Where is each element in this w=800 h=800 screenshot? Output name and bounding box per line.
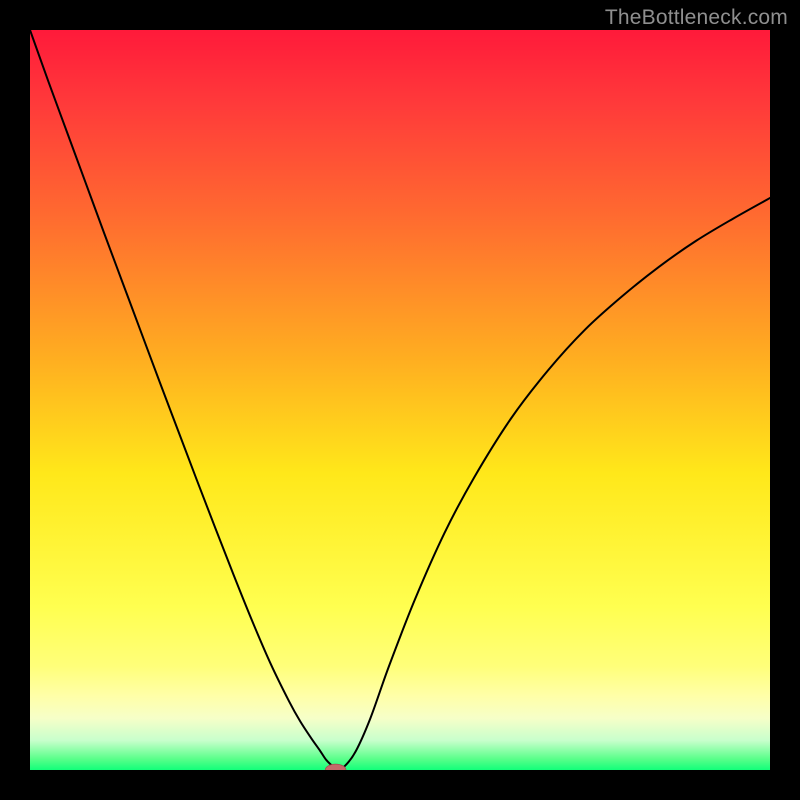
plot-outer [30, 30, 770, 770]
chart-frame: TheBottleneck.com [0, 0, 800, 800]
curve-layer [30, 30, 770, 770]
bottleneck-curve-line [30, 30, 770, 769]
optimal-point-marker [325, 764, 346, 770]
watermark-text: TheBottleneck.com [605, 6, 788, 30]
plot-area [30, 30, 770, 770]
